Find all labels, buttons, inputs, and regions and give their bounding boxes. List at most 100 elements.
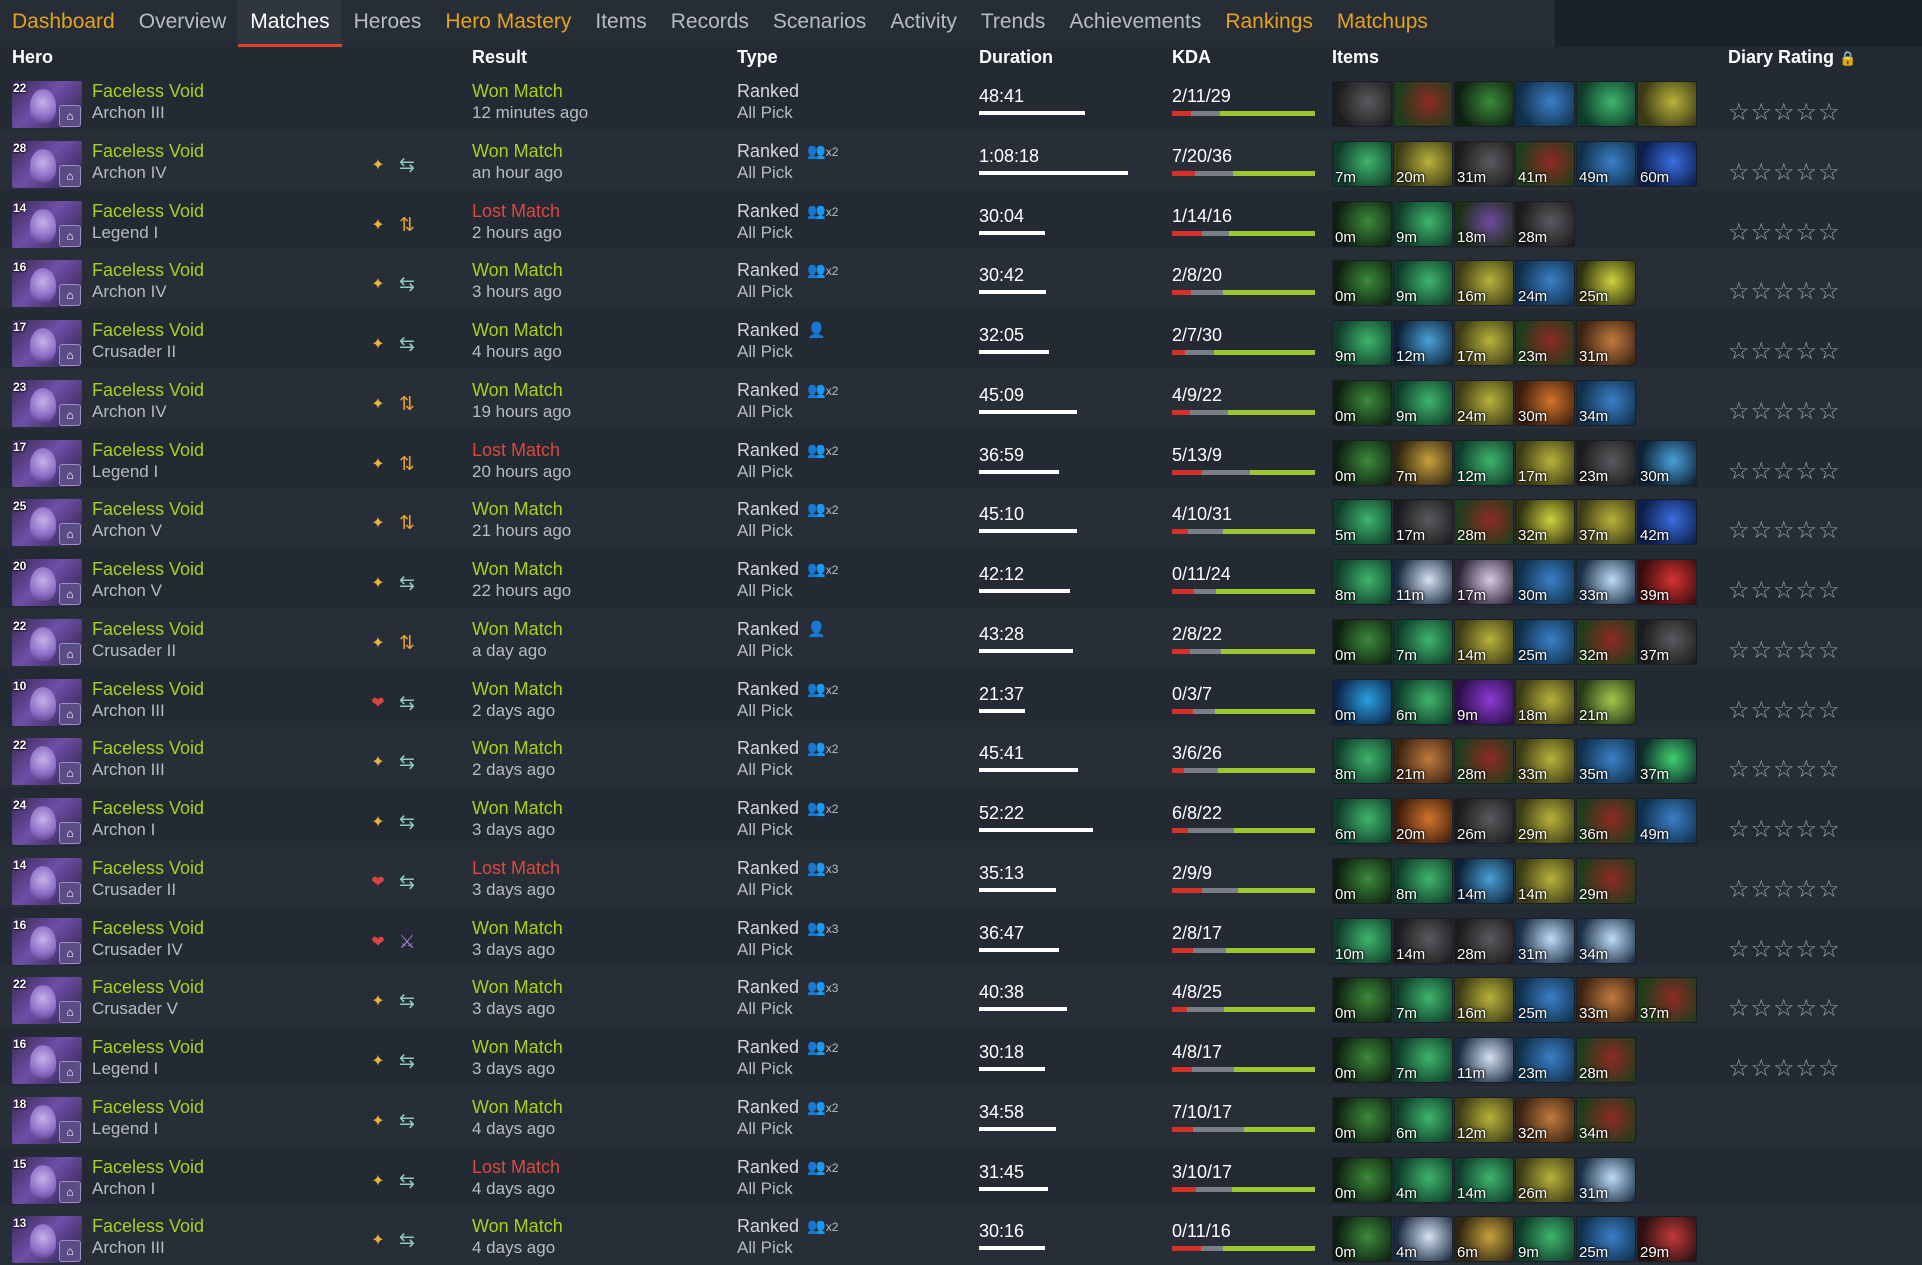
purple-hood-icon[interactable]: 9m: [1454, 678, 1514, 725]
star-icon[interactable]: ☆: [1796, 219, 1819, 246]
hero-portrait[interactable]: 13 ⌂: [12, 1216, 82, 1264]
hero-portrait[interactable]: 25 ⌂: [12, 499, 82, 547]
table-row[interactable]: 16 ⌂ Faceless Void Legend I ✦ ⇆ Won Match 3 day…: [0, 1026, 1922, 1086]
green-boots-icon[interactable]: 5m: [1332, 499, 1392, 546]
hero-portrait[interactable]: 15 ⌂: [12, 1156, 82, 1204]
hero-portrait[interactable]: 14 ⌂: [12, 200, 82, 248]
gold-shield-icon[interactable]: 20m: [1393, 140, 1453, 187]
star-icon[interactable]: ☆: [1818, 816, 1841, 843]
hero-name-link[interactable]: Faceless Void: [92, 320, 204, 341]
star-icon[interactable]: ☆: [1728, 159, 1751, 186]
hero-portrait[interactable]: 20 ⌂: [12, 559, 82, 606]
green-boots-icon[interactable]: 6m: [1393, 1096, 1453, 1143]
star-icon[interactable]: ☆: [1728, 99, 1751, 126]
hero-portrait[interactable]: 16 ⌂: [12, 1037, 82, 1084]
match-result-link[interactable]: Lost Match: [472, 440, 560, 461]
gold-shield-icon[interactable]: 33m: [1515, 738, 1575, 785]
green-boots-icon[interactable]: 9m: [1393, 200, 1453, 247]
tab-overview[interactable]: Overview: [127, 0, 239, 47]
diary-rating-stars[interactable]: ☆☆☆☆☆: [1728, 218, 1841, 247]
match-result-link[interactable]: Won Match: [472, 679, 563, 700]
blue-blade-icon[interactable]: 60m: [1637, 140, 1697, 187]
blue-orb-icon[interactable]: [1515, 81, 1575, 127]
hero-name-link[interactable]: Faceless Void: [92, 141, 204, 162]
blue-claw-icon[interactable]: 14m: [1454, 857, 1514, 904]
green-boots-icon[interactable]: 12m: [1454, 439, 1514, 486]
blue-orb-icon[interactable]: 35m: [1576, 738, 1636, 785]
gold-shield-icon[interactable]: 37m: [1576, 499, 1636, 546]
star-icon[interactable]: ☆: [1773, 159, 1796, 186]
star-icon[interactable]: ☆: [1796, 697, 1819, 724]
star-icon[interactable]: ☆: [1796, 278, 1819, 305]
hero-portrait[interactable]: 22 ⌂: [12, 618, 82, 666]
match-result-link[interactable]: Won Match: [472, 918, 563, 939]
white-orb-icon[interactable]: 4m: [1393, 1216, 1453, 1263]
table-row[interactable]: 22 ⌂ Faceless Void Crusader II ✦ ⇅ Won Match a …: [0, 607, 1922, 668]
hero-portrait[interactable]: 17 ⌂: [12, 320, 82, 367]
blue-claw-icon[interactable]: 12m: [1393, 320, 1453, 366]
star-icon[interactable]: ☆: [1773, 995, 1796, 1022]
hero-name-link[interactable]: Faceless Void: [92, 201, 204, 222]
green-wand-icon[interactable]: 0m: [1332, 260, 1392, 307]
star-icon[interactable]: ☆: [1773, 517, 1796, 544]
star-icon[interactable]: ☆: [1773, 756, 1796, 783]
match-result-link[interactable]: Lost Match: [472, 1157, 560, 1178]
black-spiky-icon[interactable]: 23m: [1576, 439, 1636, 486]
green-boots-icon[interactable]: [1576, 81, 1636, 127]
red-mask-icon[interactable]: 28m: [1454, 738, 1514, 785]
blue-fish-icon[interactable]: 0m: [1332, 678, 1392, 725]
star-icon[interactable]: ☆: [1751, 995, 1774, 1022]
star-icon[interactable]: ☆: [1796, 159, 1819, 186]
hero-name-link[interactable]: Faceless Void: [92, 1157, 204, 1178]
hero-name-link[interactable]: Faceless Void: [92, 1037, 204, 1058]
star-icon[interactable]: ☆: [1818, 398, 1841, 425]
star-icon[interactable]: ☆: [1728, 338, 1751, 365]
star-icon[interactable]: ☆: [1796, 936, 1819, 963]
green-boots-icon[interactable]: 10m: [1332, 917, 1392, 964]
star-icon[interactable]: ☆: [1728, 1055, 1751, 1082]
star-icon[interactable]: ☆: [1751, 816, 1774, 843]
star-icon[interactable]: ☆: [1751, 756, 1774, 783]
ice-shards-icon[interactable]: 33m: [1576, 559, 1636, 605]
hero-name-link[interactable]: Faceless Void: [92, 858, 204, 879]
table-row[interactable]: 20 ⌂ Faceless Void Archon V ✦ ⇆ Won Match 22 ho…: [0, 548, 1922, 608]
red-sword-icon[interactable]: 29m: [1637, 1216, 1697, 1263]
match-result-link[interactable]: Won Match: [472, 1037, 563, 1058]
red-mask-icon[interactable]: 37m: [1637, 977, 1697, 1024]
green-boots-icon[interactable]: 7m: [1332, 140, 1392, 187]
gold-shield-icon[interactable]: 16m: [1454, 977, 1514, 1024]
hero-portrait[interactable]: 10 ⌂: [12, 678, 82, 726]
gold-shield-icon[interactable]: 14m: [1515, 857, 1575, 904]
star-icon[interactable]: ☆: [1818, 577, 1841, 604]
match-result-link[interactable]: Won Match: [472, 380, 563, 401]
bronze-shield-icon[interactable]: 32m: [1515, 1096, 1575, 1143]
green-hood-icon[interactable]: 18m: [1454, 200, 1514, 247]
red-mask-icon[interactable]: 28m: [1576, 1037, 1636, 1083]
diary-rating-stars[interactable]: ☆☆☆☆☆: [1728, 1054, 1841, 1083]
star-icon[interactable]: ☆: [1728, 995, 1751, 1022]
tab-hero-mastery[interactable]: Hero Mastery: [433, 0, 583, 47]
gold-shield-icon[interactable]: 12m: [1454, 1096, 1514, 1143]
diary-rating-stars[interactable]: ☆☆☆☆☆: [1728, 875, 1841, 904]
blue-orb-icon[interactable]: 49m: [1637, 798, 1697, 844]
table-row[interactable]: 10 ⌂ Faceless Void Archon III ❤ ⇆ Won Match 2 d…: [0, 668, 1922, 728]
green-boots-icon[interactable]: 6m: [1332, 798, 1392, 844]
black-spiky-icon[interactable]: 17m: [1393, 499, 1453, 546]
match-result-link[interactable]: Won Match: [472, 559, 563, 580]
green-wand-icon[interactable]: 0m: [1332, 857, 1392, 904]
star-icon[interactable]: ☆: [1728, 219, 1751, 246]
green-wand-icon[interactable]: 0m: [1332, 439, 1392, 486]
gold-shield-icon[interactable]: 29m: [1515, 798, 1575, 844]
diary-rating-stars[interactable]: ☆☆☆☆☆: [1728, 755, 1841, 784]
green-boots-icon[interactable]: 9m: [1393, 260, 1453, 307]
diary-rating-stars[interactable]: ☆☆☆☆☆: [1728, 636, 1841, 665]
star-icon[interactable]: ☆: [1773, 398, 1796, 425]
black-spiky-icon[interactable]: [1332, 81, 1392, 127]
diary-rating-stars[interactable]: ☆☆☆☆☆: [1728, 815, 1841, 844]
star-icon[interactable]: ☆: [1796, 756, 1819, 783]
bronze-shield-icon[interactable]: 21m: [1393, 738, 1453, 785]
star-icon[interactable]: ☆: [1796, 577, 1819, 604]
green-boots-icon[interactable]: 7m: [1393, 618, 1453, 665]
black-spiky-icon[interactable]: 26m: [1454, 798, 1514, 844]
red-mask-icon[interactable]: 23m: [1515, 320, 1575, 366]
